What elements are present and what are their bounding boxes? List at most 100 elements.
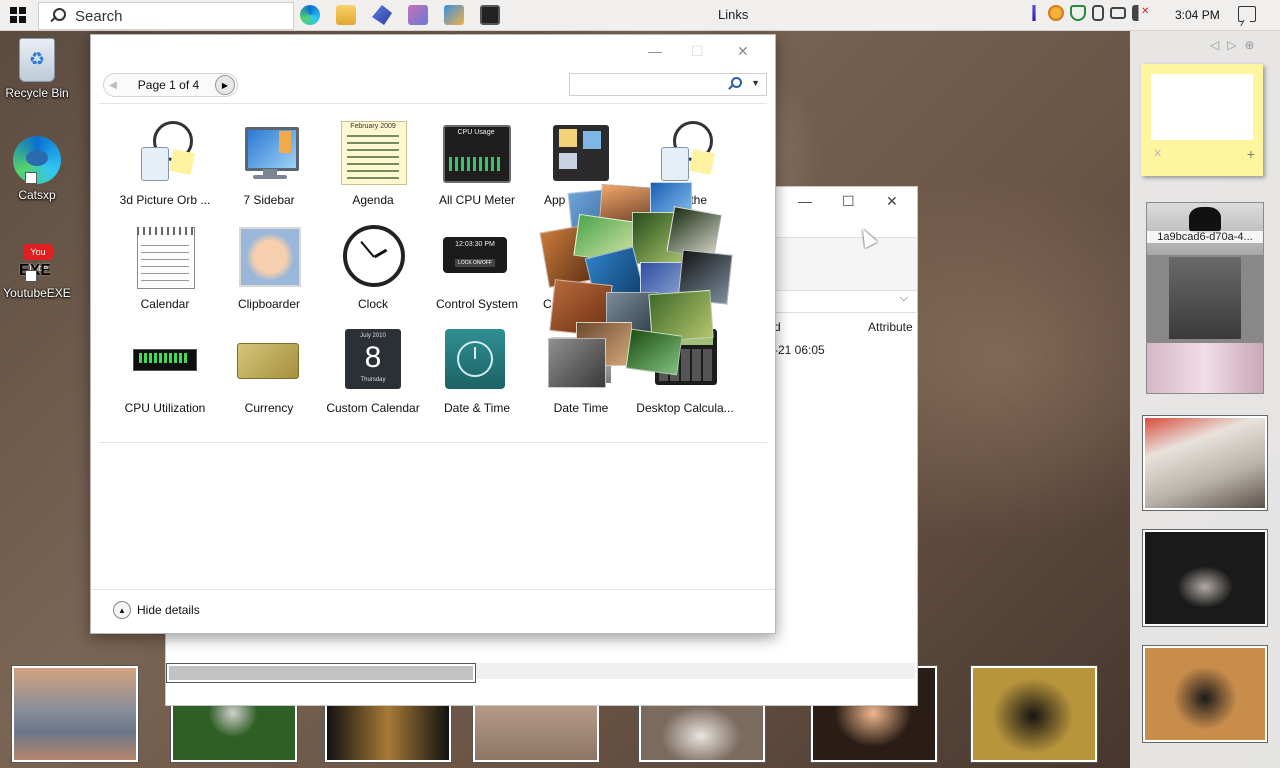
gadget-cpu-utilization[interactable]: CPU Utilization <box>113 329 217 429</box>
horizontal-scrollbar[interactable] <box>166 663 915 683</box>
chevron-up-icon: ▲ <box>113 601 131 619</box>
minimize-button[interactable]: — <box>798 193 812 209</box>
gadget-calendar[interactable]: Calendar <box>113 225 217 325</box>
scrollbar-thumb[interactable] <box>166 663 476 683</box>
start-button[interactable] <box>0 0 36 30</box>
sticky-note-gadget[interactable]: ✕ + <box>1141 64 1263 176</box>
catsxp-browser-icon <box>13 136 61 184</box>
sidebar-photo-cat[interactable] <box>1142 645 1268 743</box>
custom-calendar-icon: July 2010 8 Thursday <box>339 329 407 393</box>
gadget-agenda[interactable]: February 2009 Agenda <box>321 121 425 221</box>
add-note-icon[interactable]: + <box>1247 146 1255 162</box>
toolbar-title[interactable]: Links <box>718 7 748 22</box>
app-icon[interactable] <box>408 5 428 25</box>
gadget-7-sidebar[interactable]: 7 Sidebar <box>217 121 321 221</box>
gadget-all-cpu-meter[interactable]: CPU Usage All CPU Meter <box>425 121 529 221</box>
app-icon[interactable] <box>372 5 392 25</box>
bluetooth-icon[interactable] <box>1032 5 1036 21</box>
hide-details-button[interactable]: ▲ Hide details <box>113 601 200 619</box>
gadget-date-and-time[interactable]: Date & Time <box>425 329 529 429</box>
network-icon[interactable] <box>1110 7 1126 19</box>
gadget-search-box[interactable]: ▼ <box>569 73 767 96</box>
divider <box>99 103 767 104</box>
seven-zip-icon[interactable] <box>480 5 500 25</box>
gadget-clipboarder[interactable]: Clipboarder <box>217 225 321 325</box>
youtube-exe-icon: You TubeEXE <box>13 244 61 282</box>
photo-thumbnail[interactable] <box>472 703 600 763</box>
photo-thumbnail[interactable] <box>11 665 139 763</box>
desktop-icon-recycle-bin[interactable]: Recycle Bin <box>0 38 74 100</box>
search-tool-icon[interactable] <box>1048 5 1064 21</box>
maximize-button[interactable]: ☐ <box>842 193 855 210</box>
app-icon[interactable] <box>444 5 464 25</box>
clock-calculator-icon <box>131 121 199 185</box>
photo-thumbnail[interactable] <box>324 703 452 763</box>
photo-thumbnail[interactable] <box>970 665 1098 763</box>
desktop-icon-catsxp[interactable]: Catsxp <box>0 136 74 202</box>
gadget-clock[interactable]: Clock <box>321 225 425 325</box>
sidebar-prev-icon[interactable]: ◁ <box>1210 38 1219 52</box>
volume-muted-icon[interactable]: ✕ <box>1132 5 1149 21</box>
photo-collage-gadget[interactable] <box>539 182 733 388</box>
close-button[interactable]: ✕ <box>886 193 898 210</box>
sidebar-add-icon[interactable]: ⊕ <box>1244 38 1254 52</box>
close-button[interactable]: ✕ <box>737 43 749 60</box>
desktop-icon-label: Recycle Bin <box>5 86 69 100</box>
sticky-note-text-area[interactable] <box>1151 74 1253 140</box>
search-icon <box>49 7 67 25</box>
taskbar: Search Links ✕ 3:04 PM <box>0 0 1280 31</box>
divider <box>91 589 775 590</box>
taskbar-search-box[interactable]: Search <box>38 2 294 30</box>
system-tray: ✕ <box>1026 5 1149 21</box>
close-icon[interactable]: ✕ <box>1153 147 1162 160</box>
previous-page-button[interactable]: ◀ <box>104 80 122 91</box>
sidebar-next-icon[interactable]: ▷ <box>1227 38 1236 52</box>
sidebar-photo-cat[interactable] <box>1142 415 1268 511</box>
notification-icon[interactable] <box>1238 6 1256 22</box>
gadget-control-system[interactable]: 12:03:30 PM LOCK ON/OFF Control System <box>425 225 529 325</box>
baby-photo-icon <box>235 225 303 289</box>
sidebar-photo-cat[interactable] <box>1142 529 1268 627</box>
photo-thumbnail[interactable] <box>638 703 766 763</box>
calendar-grid-icon: February 2009 <box>339 121 407 185</box>
gadget-custom-calendar[interactable]: July 2010 8 Thursday Custom Calendar <box>321 329 425 429</box>
page-navigator: ◀ Page 1 of 4 ▶ <box>103 73 238 97</box>
clock-calculator-icon <box>651 121 719 185</box>
recycle-bin-icon <box>19 38 55 82</box>
slideshow-caption: 1a9bcad6-d70a-4... <box>1147 231 1263 243</box>
chevron-down-icon[interactable]: ▼ <box>751 78 760 88</box>
edge-browser-icon[interactable] <box>300 5 320 25</box>
slideshow-photo <box>1147 343 1263 393</box>
column-header-attributes[interactable]: Attribute <box>868 320 913 334</box>
chevron-down-icon[interactable]: ⌵ <box>900 292 908 305</box>
desktop-icon-label: YoutubeEXE <box>3 286 71 300</box>
calendar-icon <box>131 225 199 289</box>
clock-icon <box>339 225 407 289</box>
taskbar-search-label: Search <box>75 7 123 25</box>
currency-icon <box>235 329 303 393</box>
usb-device-icon[interactable] <box>1092 5 1104 21</box>
file-date-cell: -21 06:05 <box>774 343 825 357</box>
next-page-button[interactable]: ▶ <box>215 75 235 95</box>
page-indicator: Page 1 of 4 <box>137 78 200 92</box>
maximize-button[interactable]: ☐ <box>691 43 704 60</box>
app-launcher-icon <box>547 121 615 185</box>
gadget-search-input[interactable] <box>572 75 726 94</box>
control-system-icon: 12:03:30 PM LOCK ON/OFF <box>443 225 511 289</box>
taskbar-clock[interactable]: 3:04 PM <box>1175 8 1220 22</box>
sidebar-controls: ◁ ▷ ⊕ <box>1210 38 1255 52</box>
gadget-currency[interactable]: Currency <box>217 329 321 429</box>
slideshow-gadget[interactable]: 1a9bcad6-d70a-4... <box>1146 202 1264 394</box>
desktop-icon-youtubeexe[interactable]: You TubeEXE YoutubeEXE <box>0 244 74 300</box>
taskbar-pinned-apps <box>300 5 500 25</box>
minimize-button[interactable]: — <box>648 43 662 59</box>
address-bar[interactable]: ⌵ <box>766 290 916 313</box>
date-time-icon <box>443 329 511 393</box>
gadget-3d-picture-orb[interactable]: 3d Picture Orb ... <box>113 121 217 221</box>
shield-icon[interactable] <box>1070 5 1086 21</box>
cpu-utilization-icon <box>131 329 199 393</box>
divider <box>99 442 767 443</box>
search-icon[interactable] <box>728 77 742 91</box>
file-explorer-icon[interactable] <box>336 5 356 25</box>
windows-logo-icon <box>10 7 26 23</box>
